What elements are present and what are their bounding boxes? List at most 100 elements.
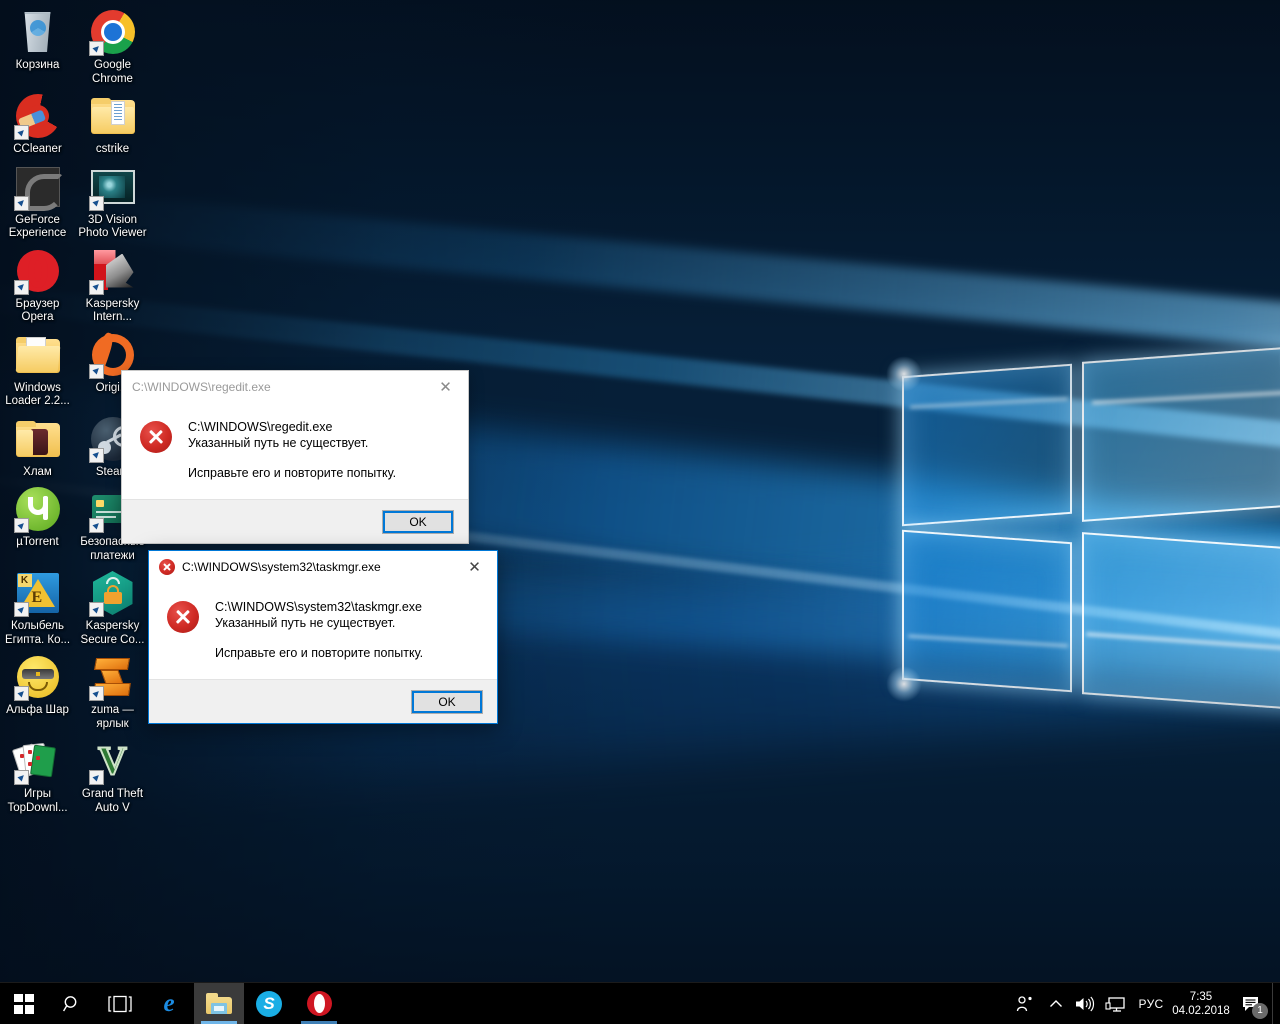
shortcut-arrow-icon: [88, 447, 104, 463]
desktop-icon-3d-vision-photo-viewer[interactable]: 3D Vision Photo Viewer: [75, 159, 150, 243]
desktop-icon-cradle-of-egypt[interactable]: EK Колыбель Египта. Ко...: [0, 565, 75, 649]
task-view-button[interactable]: [96, 983, 144, 1024]
desktop-icon-utorrent[interactable]: µTorrent: [0, 481, 75, 565]
shortcut-arrow-icon: [88, 363, 104, 379]
ccleaner-icon: [13, 92, 62, 140]
3d-vision-photo-viewer-icon: [88, 163, 137, 211]
shortcut-arrow-icon: [13, 279, 29, 295]
desktop-icon-label: Kaspersky Intern...: [85, 297, 140, 324]
network-monitor-icon: [1105, 996, 1125, 1012]
shortcut-arrow-icon: [13, 602, 29, 617]
dialog-message-line-2: Указанный путь не существует.: [188, 436, 369, 450]
desktop[interactable]: Корзина Google Chrome CCleaner cstrike G…: [0, 0, 1280, 1024]
alpha-ball-smiley-icon: [13, 653, 62, 701]
desktop-icon-kaspersky-internet-security[interactable]: Kaspersky Intern...: [75, 243, 150, 327]
desktop-icon-google-chrome[interactable]: Google Chrome: [75, 4, 150, 88]
notifications-button[interactable]: 1: [1232, 983, 1272, 1024]
desktop-icon-games-topdownload[interactable]: Игры TopDownl...: [0, 733, 75, 817]
nvidia-geforce-icon: [13, 163, 63, 211]
taskmgr-error-dialog[interactable]: C:\WINDOWS\system32\taskmgr.exe ✕ C:\WIN…: [148, 550, 498, 724]
desktop-icon-kaspersky-secure-connection[interactable]: Kaspersky Secure Co...: [75, 565, 150, 649]
cradle-of-egypt-icon: EK: [13, 569, 62, 617]
taskbar-app-file-explorer[interactable]: [194, 983, 244, 1024]
folder-icon: [89, 92, 137, 140]
clock-time: 7:35: [1189, 990, 1213, 1003]
desktop-icon-label: GeForce Experience: [8, 213, 67, 240]
close-icon[interactable]: ✕: [423, 372, 468, 403]
shortcut-arrow-icon: [88, 770, 104, 785]
taskbar-app-skype[interactable]: S: [244, 983, 294, 1024]
error-icon: [167, 601, 199, 633]
shortcut-arrow-icon: [88, 279, 104, 295]
taskbar-app-opera[interactable]: [294, 983, 344, 1024]
shortcut-arrow-icon: [88, 518, 104, 533]
search-icon: [62, 995, 77, 1011]
google-chrome-icon: [88, 8, 137, 56]
icon-row: Корзина Google Chrome: [0, 4, 160, 88]
show-desktop-button[interactable]: [1272, 982, 1280, 1024]
clock-date: 04.02.2018: [1172, 1004, 1230, 1017]
playing-cards-icon: [11, 737, 62, 785]
desktop-icon-ccleaner[interactable]: CCleaner: [0, 88, 75, 159]
start-button[interactable]: [0, 983, 48, 1024]
recycle-bin-icon: [14, 8, 62, 56]
desktop-icon-label: cstrike: [95, 143, 130, 155]
desktop-icon-hlam-folder[interactable]: Хлам: [0, 411, 75, 482]
desktop-icon-windows-loader[interactable]: Windows Loader 2.2...: [0, 327, 75, 411]
taskbar-app-microsoft-edge[interactable]: e: [144, 983, 194, 1024]
icon-row: Игры TopDownl... Grand Theft Auto V: [0, 733, 160, 817]
clock[interactable]: 7:35 04.02.2018: [1170, 983, 1232, 1024]
desktop-icon-zuma[interactable]: zuma — ярлык: [75, 649, 150, 733]
system-tray[interactable]: РУС 7:35 04.02.2018 1: [1008, 982, 1280, 1024]
desktop-icon-gta-v[interactable]: Grand Theft Auto V: [75, 733, 150, 817]
desktop-icon-recycle-bin[interactable]: Корзина: [0, 4, 75, 88]
shortcut-arrow-icon: [13, 195, 29, 211]
shortcut-arrow-icon: [13, 686, 29, 701]
task-view-icon: [108, 995, 132, 1012]
shortcut-arrow-icon: [88, 195, 104, 211]
gta-v-icon: [88, 737, 137, 785]
dialog-title-bar[interactable]: C:\WINDOWS\regedit.exe ✕: [122, 371, 468, 403]
kaspersky-internet-security-icon: [88, 247, 137, 295]
error-icon: [140, 421, 172, 453]
desktop-icon-alpha-ball[interactable]: Альфа Шар: [0, 649, 75, 733]
dialog-message-line-3: Исправьте его и повторите попытку.: [215, 646, 424, 660]
file-explorer-icon: [206, 993, 232, 1014]
microsoft-edge-icon: e: [163, 990, 175, 1017]
skype-icon: S: [256, 990, 282, 1017]
search-button[interactable]: [48, 983, 96, 1024]
folder-dark-icon: [14, 415, 62, 463]
show-hidden-icons-button[interactable]: [1042, 983, 1070, 1024]
chevron-up-icon: [1050, 999, 1062, 1007]
opera-icon: [306, 991, 332, 1016]
kaspersky-secure-connection-icon: [88, 569, 137, 617]
desktop-icon-cstrike[interactable]: cstrike: [75, 88, 150, 159]
ok-button[interactable]: OK: [411, 689, 483, 714]
dialog-message: C:\WINDOWS\regedit.exe Указанный путь не…: [188, 419, 396, 481]
dialog-message-line-2: Указанный путь не существует.: [215, 616, 396, 630]
notification-count-badge: 1: [1252, 1002, 1268, 1019]
volume-button[interactable]: [1070, 983, 1100, 1024]
close-icon[interactable]: ✕: [452, 552, 497, 583]
ok-button[interactable]: OK: [382, 509, 454, 534]
desktop-icon-opera-browser[interactable]: Браузер Opera: [0, 243, 75, 327]
desktop-icon-label: 3D Vision Photo Viewer: [78, 213, 147, 240]
network-button[interactable]: [1100, 983, 1132, 1024]
desktop-icon-label: Grand Theft Auto V: [81, 788, 144, 814]
people-button[interactable]: [1008, 983, 1042, 1024]
icon-row: Альфа Шар zuma — ярлык: [0, 649, 160, 733]
desktop-icon-geforce-experience[interactable]: GeForce Experience: [0, 159, 75, 243]
dialog-footer: OK: [149, 679, 497, 723]
regedit-error-dialog[interactable]: C:\WINDOWS\regedit.exe ✕ C:\WINDOWS\rege…: [121, 370, 469, 544]
desktop-icon-label: Kaspersky Secure Co...: [80, 620, 145, 646]
speaker-icon: [1076, 996, 1095, 1011]
taskbar[interactable]: e S РУС 7:35 04.02.2018 1: [0, 982, 1280, 1024]
shortcut-arrow-icon: [88, 602, 104, 617]
dialog-footer: OK: [122, 499, 468, 543]
dialog-body: C:\WINDOWS\system32\taskmgr.exe Указанны…: [149, 583, 497, 679]
language-indicator[interactable]: РУС: [1132, 983, 1170, 1024]
desktop-icon-label: µTorrent: [16, 536, 59, 548]
icon-row: EK Колыбель Египта. Ко... Kaspersky Secu…: [0, 565, 160, 649]
desktop-icon-label: Хлам: [23, 465, 52, 478]
dialog-title-bar[interactable]: C:\WINDOWS\system32\taskmgr.exe ✕: [149, 551, 497, 583]
